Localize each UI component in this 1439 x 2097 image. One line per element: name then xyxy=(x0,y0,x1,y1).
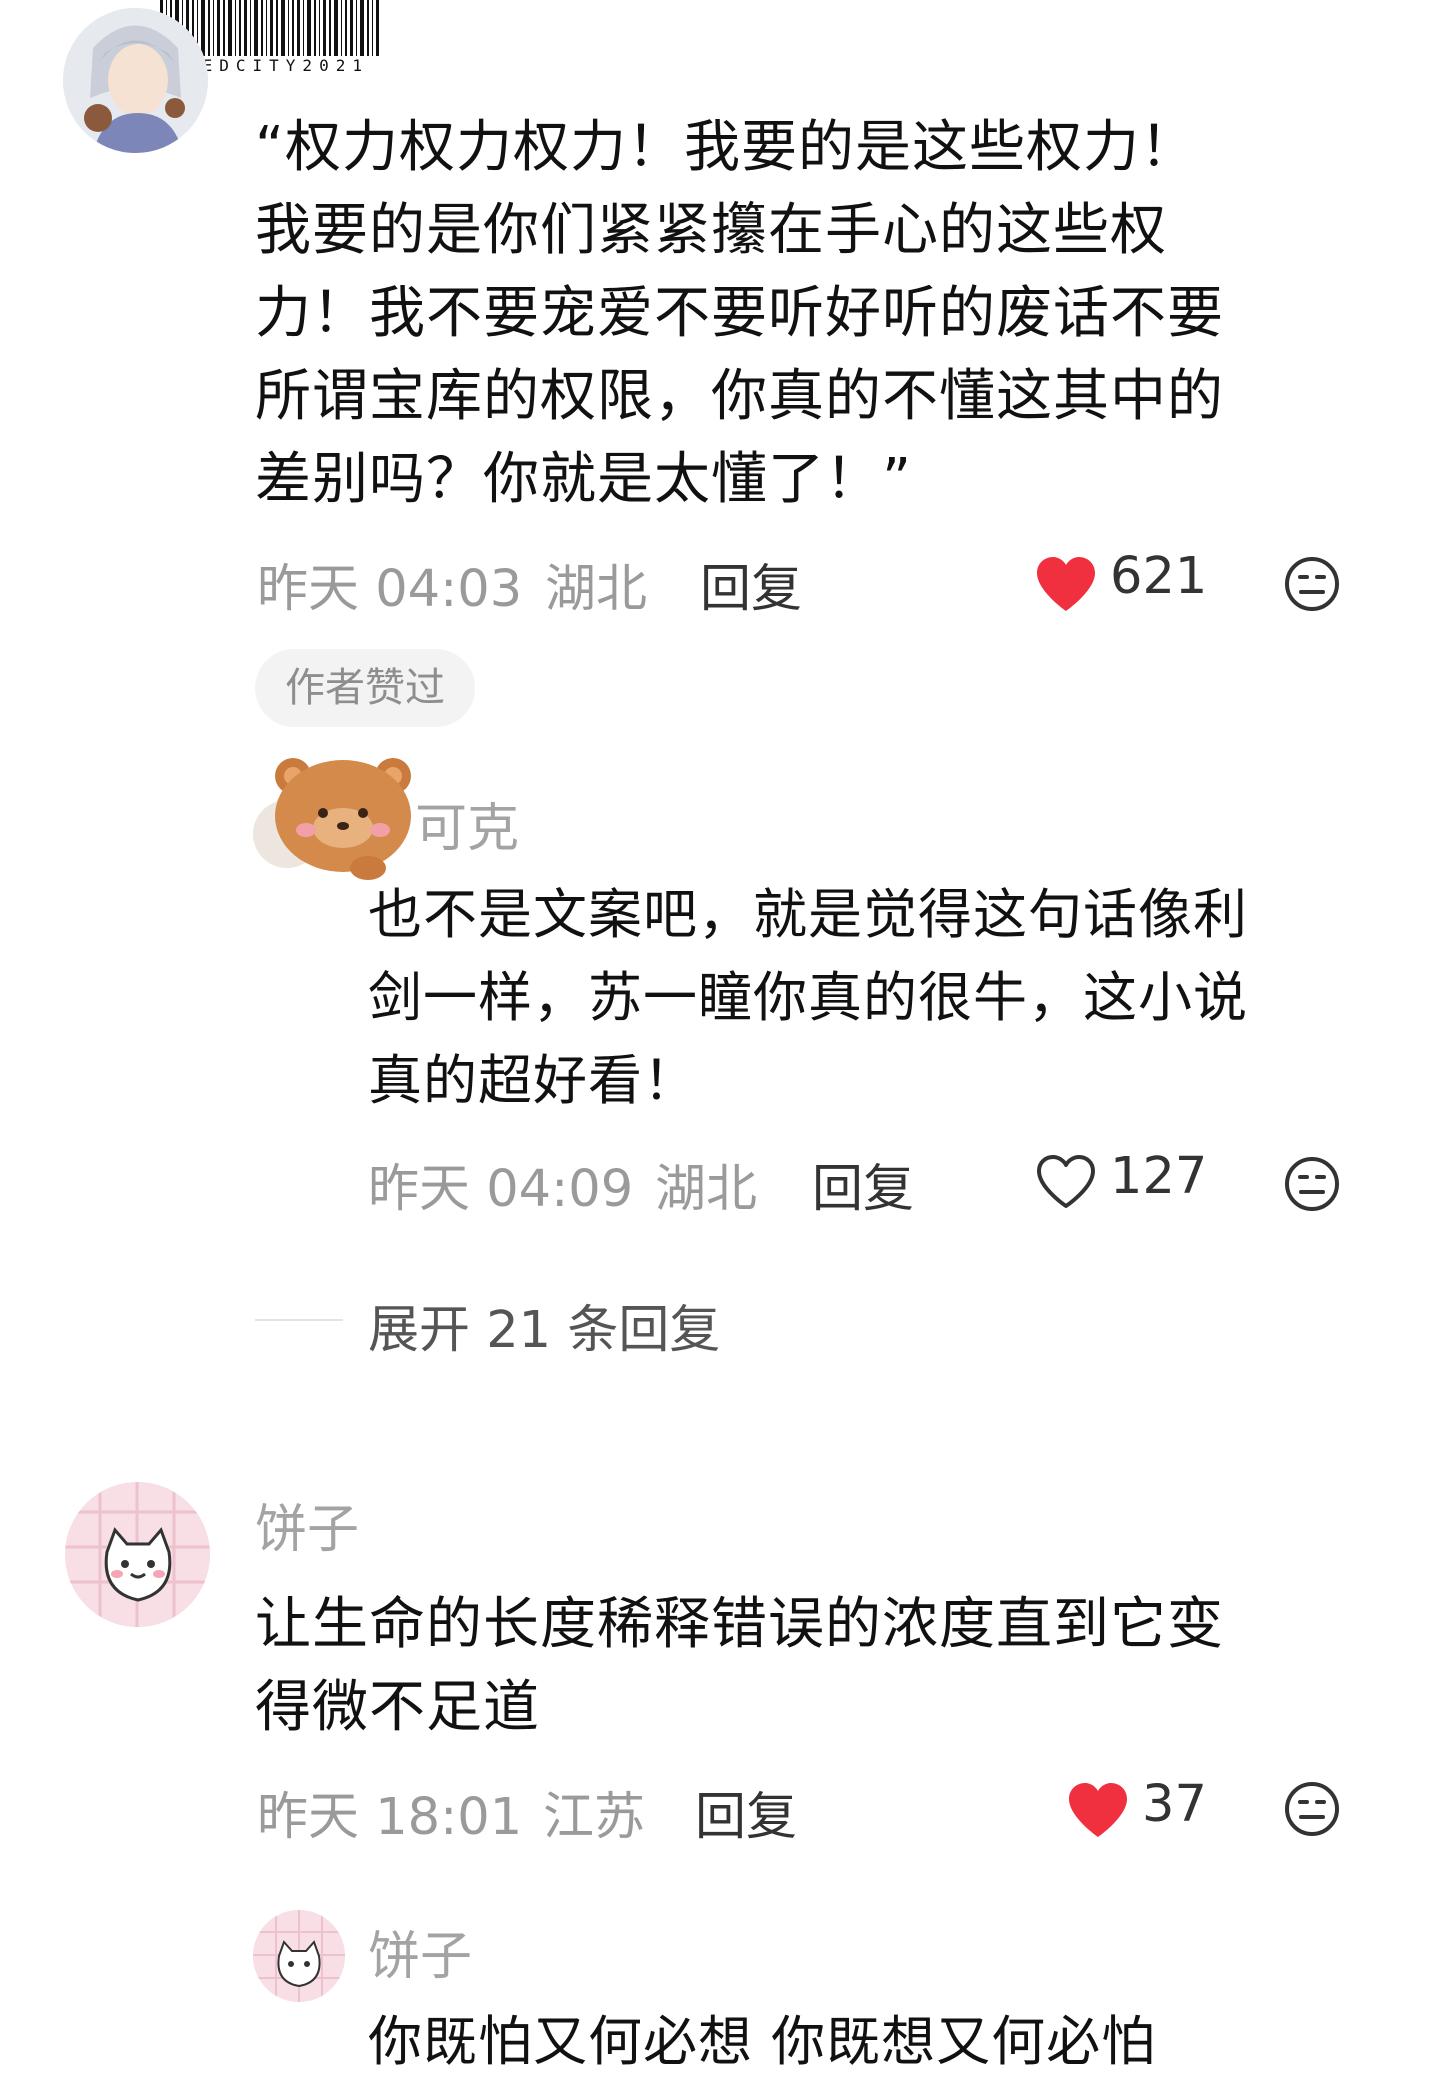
heart-filled-icon[interactable] xyxy=(1035,555,1097,613)
comment-text: 让生命的长度稀释错误的浓度直到它变 得微不足道 xyxy=(255,1592,1224,1740)
reply-text: 也不是文案吧，就是觉得这句话像利 剑一样，苏一瞳你真的很牛，这小说 真的超好看！ xyxy=(368,883,1248,1112)
neutral-face-icon[interactable] xyxy=(1283,1155,1341,1213)
avatar[interactable] xyxy=(65,1482,210,1627)
heart-filled-icon[interactable] xyxy=(1067,1781,1129,1839)
like-count: 37 xyxy=(1142,1775,1207,1834)
reply-avatar[interactable] xyxy=(253,1910,345,2002)
comment-username[interactable]: 饼子 xyxy=(255,1487,359,1562)
reply-text: 你既怕又何必想 你既想又何必怕 xyxy=(368,2010,1157,2073)
cat-avatar-icon xyxy=(253,1910,345,2002)
expand-replies-button[interactable]: 展开 21 条回复 xyxy=(368,1288,720,1362)
watermark-text: REDCITY2021 xyxy=(186,56,369,75)
like-count: 621 xyxy=(1110,547,1208,606)
like-count: 127 xyxy=(1110,1147,1208,1206)
reply-username[interactable]: 可克 xyxy=(415,786,519,861)
cat-avatar-icon xyxy=(65,1482,210,1627)
comment-text: “权力权力权力！我要的是这些权力！ 我要的是你们紧紧攥在手心的这些权 力！我不要… xyxy=(255,115,1224,512)
reply-time: 昨天 04:09 xyxy=(368,1160,634,1219)
comment-location: 江苏 xyxy=(543,1788,646,1847)
expand-divider xyxy=(255,1319,343,1321)
neutral-face-icon[interactable] xyxy=(1283,555,1341,613)
comment-feed: REDCITY2021 “权力权力权力！我要的是这些权力！ 我要的是你们紧紧攥在… xyxy=(0,0,1439,2097)
reply-button[interactable]: 回复 xyxy=(695,1775,797,1849)
reply-location: 湖北 xyxy=(655,1160,758,1219)
heart-outline-icon[interactable] xyxy=(1035,1153,1097,1211)
author-liked-badge: 作者赞过 xyxy=(255,649,475,727)
comment-location: 湖北 xyxy=(545,560,648,619)
reply-button[interactable]: 回复 xyxy=(812,1147,914,1221)
bear-sticker-icon xyxy=(275,758,411,880)
neutral-face-icon[interactable] xyxy=(1283,1780,1341,1838)
comment-time: 昨天 04:03 xyxy=(257,560,523,619)
comment-time: 昨天 18:01 xyxy=(257,1788,523,1847)
reply-username[interactable]: 饼子 xyxy=(368,1914,472,1989)
anime-character-avatar-icon xyxy=(63,8,208,153)
avatar[interactable] xyxy=(63,8,208,153)
reply-button[interactable]: 回复 xyxy=(700,547,802,621)
